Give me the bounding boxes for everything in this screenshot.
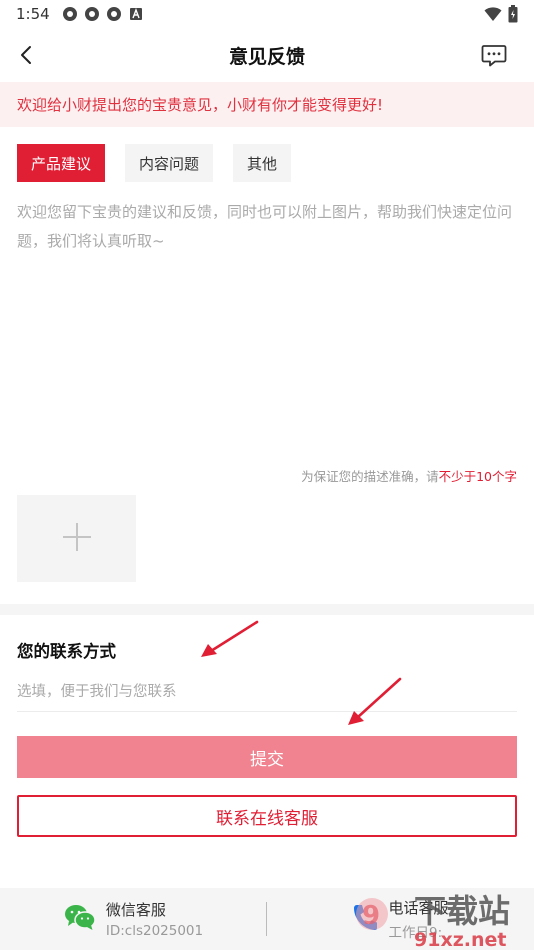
add-image-button[interactable]	[17, 495, 136, 582]
status-system-icons	[484, 5, 518, 27]
tab-other[interactable]: 其他	[233, 144, 292, 182]
notice-banner: 欢迎给小财提出您的宝贵意见，小财有你才能变得更好!	[0, 82, 534, 127]
nav-bar: 意见反馈	[0, 28, 534, 82]
feedback-category-tabs: 产品建议 内容问题 其他	[17, 144, 292, 182]
plus-icon	[61, 521, 93, 557]
length-hint-highlight: 不少于10个字	[438, 469, 517, 484]
wifi-icon	[484, 6, 502, 26]
page-title: 意见反馈	[228, 45, 305, 68]
app-notification-icon	[106, 6, 122, 22]
status-notification-icons	[62, 6, 144, 22]
contact-section-title: 您的联系方式	[17, 642, 116, 661]
tab-content-issue[interactable]: 内容问题	[125, 144, 214, 182]
app-notification-icon	[62, 6, 78, 22]
font-notification-icon	[128, 6, 144, 22]
section-divider	[0, 604, 534, 615]
wechat-service-title: 微信客服	[105, 901, 166, 919]
chat-bubble-icon[interactable]	[480, 41, 508, 69]
wechat-service-id: ID:cls2025001	[105, 923, 204, 939]
status-bar: 1:54	[0, 0, 534, 28]
battery-icon	[508, 5, 518, 27]
submit-button[interactable]: 提交	[17, 736, 517, 778]
wechat-service-text: 微信客服 ID:cls2025001	[106, 899, 203, 939]
app-notification-icon	[84, 6, 100, 22]
length-hint: 为保证您的描述准确，请不少于10个字	[301, 466, 517, 485]
wechat-icon	[64, 903, 96, 935]
bottom-separator	[266, 902, 267, 936]
status-time: 1:54	[16, 5, 50, 23]
wechat-service[interactable]: 微信客服 ID:cls2025001	[0, 888, 267, 950]
feedback-textarea[interactable]: 欢迎您留下宝贵的建议和反馈，同时也可以附上图片，帮助我们快速定位问题，我们将认真…	[17, 198, 517, 458]
site-watermark-logo: 9 下载站 91xz.net	[356, 892, 510, 950]
tab-product-suggestion[interactable]: 产品建议	[17, 144, 106, 182]
watermark-site: 91xz.net	[414, 929, 506, 950]
annotation-arrow-icon	[348, 677, 402, 725]
online-service-button[interactable]: 联系在线客服	[17, 795, 517, 837]
svg-text:9: 9	[362, 901, 380, 931]
length-hint-prefix: 为保证您的描述准确，请	[301, 469, 439, 484]
back-arrow-icon[interactable]	[14, 42, 40, 68]
annotation-arrow-icon	[201, 620, 259, 657]
contact-input[interactable]	[17, 672, 517, 712]
watermark-brand: 下载站	[414, 892, 510, 930]
